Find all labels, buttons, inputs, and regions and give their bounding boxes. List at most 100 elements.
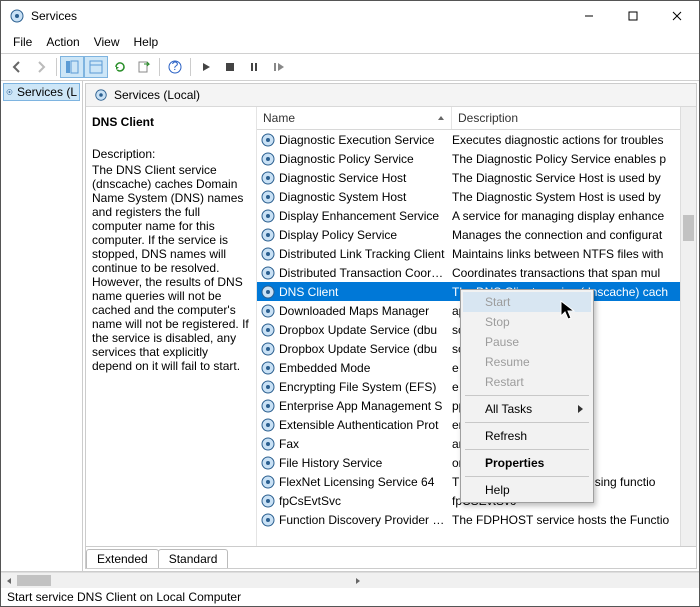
tab-extended[interactable]: Extended <box>86 549 159 568</box>
service-icon <box>260 189 276 205</box>
tab-standard[interactable]: Standard <box>158 549 229 568</box>
service-row[interactable]: Diagnostic System HostThe Diagnostic Sys… <box>257 187 696 206</box>
restart-service-button[interactable] <box>266 56 290 78</box>
service-description: The FDPHOST service hosts the Functio <box>452 513 696 527</box>
pane-header: Services (Local) <box>86 84 696 107</box>
menu-separator <box>465 422 589 423</box>
service-icon <box>260 512 276 528</box>
stop-service-button[interactable] <box>218 56 242 78</box>
column-description[interactable]: Description <box>452 107 696 129</box>
service-name: Fax <box>279 437 452 451</box>
menu-file[interactable]: File <box>7 33 38 51</box>
menu-item-refresh[interactable]: Refresh <box>463 426 591 446</box>
scrollbar-thumb[interactable] <box>683 215 694 241</box>
service-icon <box>260 436 276 452</box>
pane-body: DNS Client Description: The DNS Client s… <box>86 107 696 546</box>
pause-service-button[interactable] <box>242 56 266 78</box>
service-name: Dropbox Update Service (dbu <box>279 323 452 337</box>
service-icon <box>260 151 276 167</box>
export-list-button[interactable] <box>132 56 156 78</box>
service-row[interactable]: Distributed Transaction Coordin...Coordi… <box>257 263 696 282</box>
menu-separator <box>465 395 589 396</box>
column-name[interactable]: Name <box>257 107 452 129</box>
pane-header-title: Services (Local) <box>114 88 200 102</box>
service-icon <box>260 246 276 262</box>
menu-item-resume[interactable]: Resume <box>463 352 591 372</box>
service-name: fpCsEvtSvc <box>279 494 452 508</box>
menu-action[interactable]: Action <box>40 33 85 51</box>
service-name: Distributed Transaction Coordin... <box>279 266 452 280</box>
hscroll-track[interactable] <box>17 573 350 588</box>
service-name: Extensible Authentication Prot <box>279 418 452 432</box>
service-icon <box>260 322 276 338</box>
service-row[interactable]: Diagnostic Policy ServiceThe Diagnostic … <box>257 149 696 168</box>
service-description: Maintains links between NTFS files with <box>452 247 696 261</box>
menu-item-all-tasks[interactable]: All Tasks <box>463 399 591 419</box>
service-icon <box>260 303 276 319</box>
service-row[interactable]: Diagnostic Execution ServiceExecutes dia… <box>257 130 696 149</box>
start-service-button[interactable] <box>194 56 218 78</box>
service-name: Distributed Link Tracking Client <box>279 247 452 261</box>
service-description: The Diagnostic Policy Service enables p <box>452 152 696 166</box>
service-row[interactable]: Display Enhancement ServiceA service for… <box>257 206 696 225</box>
show-hide-tree-button[interactable] <box>60 56 84 78</box>
menu-separator <box>465 449 589 450</box>
service-name: Downloaded Maps Manager <box>279 304 452 318</box>
detail-column: DNS Client Description: The DNS Client s… <box>86 107 256 546</box>
status-bar: Start service DNS Client on Local Comput… <box>1 588 699 606</box>
hscroll-right-button[interactable] <box>350 573 366 588</box>
refresh-button[interactable] <box>108 56 132 78</box>
service-name: DNS Client <box>279 285 452 299</box>
menu-item-restart[interactable]: Restart <box>463 372 591 392</box>
service-name: Encrypting File System (EFS) <box>279 380 452 394</box>
menu-item-start[interactable]: Start <box>463 292 591 312</box>
menu-separator <box>465 476 589 477</box>
service-row[interactable]: Diagnostic Service HostThe Diagnostic Se… <box>257 168 696 187</box>
service-name: Display Policy Service <box>279 228 452 242</box>
tree-pane: Services (L <box>1 81 83 571</box>
service-name: Display Enhancement Service <box>279 209 452 223</box>
menu-view[interactable]: View <box>88 33 126 51</box>
forward-button[interactable] <box>29 56 53 78</box>
details-pane-button[interactable] <box>84 56 108 78</box>
horizontal-scrollbar[interactable] <box>1 572 699 588</box>
service-name: Dropbox Update Service (dbu <box>279 342 452 356</box>
titlebar: Services <box>1 1 699 31</box>
menu-item-stop[interactable]: Stop <box>463 312 591 332</box>
back-button[interactable] <box>5 56 29 78</box>
toolbar-separator <box>56 58 57 76</box>
hscroll-left-button[interactable] <box>1 573 17 588</box>
maximize-button[interactable] <box>611 1 655 31</box>
service-row[interactable]: Display Policy ServiceManages the connec… <box>257 225 696 244</box>
service-description: A service for managing display enhance <box>452 209 696 223</box>
column-description-label: Description <box>458 111 518 125</box>
menu-item-properties[interactable]: Properties <box>463 453 591 473</box>
service-row[interactable]: Distributed Link Tracking ClientMaintain… <box>257 244 696 263</box>
service-icon <box>260 341 276 357</box>
service-description: The Diagnostic System Host is used by <box>452 190 696 204</box>
toolbar: ? <box>1 53 699 81</box>
service-name: Embedded Mode <box>279 361 452 375</box>
service-icon <box>260 208 276 224</box>
menu-item-help[interactable]: Help <box>463 480 591 500</box>
context-menu: Start Stop Pause Resume Restart All Task… <box>460 289 594 503</box>
service-icon <box>260 132 276 148</box>
vertical-scrollbar[interactable] <box>680 107 696 546</box>
menu-help[interactable]: Help <box>128 33 165 51</box>
hscroll-thumb[interactable] <box>17 575 51 586</box>
toolbar-separator <box>190 58 191 76</box>
tree-root-label: Services (L <box>17 85 77 99</box>
service-icon <box>260 474 276 490</box>
service-name: FlexNet Licensing Service 64 <box>279 475 452 489</box>
help-button[interactable]: ? <box>163 56 187 78</box>
tree-root-services[interactable]: Services (L <box>3 83 80 101</box>
column-name-label: Name <box>263 111 295 125</box>
minimize-button[interactable] <box>567 1 611 31</box>
close-button[interactable] <box>655 1 699 31</box>
service-row[interactable]: Function Discovery Provider Ho...The FDP… <box>257 510 696 529</box>
menu-item-pause[interactable]: Pause <box>463 332 591 352</box>
selected-service-name: DNS Client <box>92 115 250 129</box>
service-description: Coordinates transactions that span mul <box>452 266 696 280</box>
services-tree-icon <box>6 85 13 99</box>
menubar: File Action View Help <box>1 31 699 53</box>
